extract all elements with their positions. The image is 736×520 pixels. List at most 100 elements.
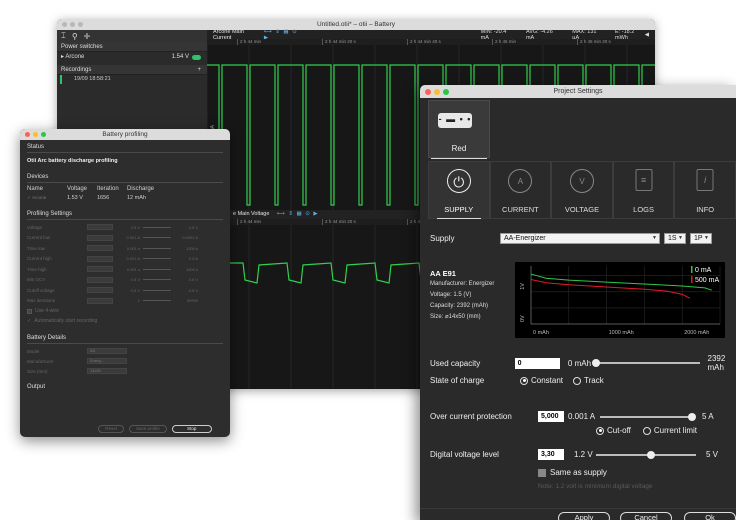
ocp-row: Over current protection 5,000 0.001 A 5 … [430,411,714,422]
collapse-icon[interactable]: ◀ [645,32,649,38]
power-toggle[interactable] [192,54,201,60]
power-icon: ⏻ [446,169,471,193]
setting-input[interactable] [87,255,113,262]
settings-tabs: ⏻ SUPPLY A CURRENT V VOLTAGE ≡ LOGS i IN… [428,161,736,219]
used-capacity-slider[interactable] [592,359,700,367]
ps-buttons: Apply Cancel Ok [420,508,736,520]
manufacturer-input[interactable]: Energ... [87,358,127,364]
setting-slider[interactable] [143,226,171,228]
setting-input[interactable] [87,266,113,273]
setting-input[interactable] [87,276,113,283]
bp-window-controls[interactable] [25,132,46,137]
zoom-icon[interactable]: ⚲ [72,32,78,41]
status-text: Otii Arc battery discharge profiling [27,158,118,164]
tab-logs[interactable]: ≡ LOGS [612,161,675,219]
same-as-supply-checkbox[interactable]: Same as supply [538,468,607,477]
cutoff-radio[interactable]: Cut-off [596,426,631,435]
cancel-button[interactable]: Cancel [620,512,672,520]
tab-info[interactable]: i INFO [674,161,736,219]
tab-supply[interactable]: ⏻ SUPPLY [428,161,490,219]
battery-voltage: Voltage: 1.5 (V) [430,292,472,298]
crosshair-icon[interactable]: ✛ [84,32,91,41]
supply-label: Supply [430,234,455,243]
size-input[interactable]: 14x50 [87,368,127,374]
slider-knob[interactable] [647,450,655,459]
soc-track-radio[interactable]: Track [573,376,604,385]
dv-slider[interactable] [596,450,696,459]
model-input[interactable]: AA [87,348,127,354]
y-tick-label: 1V [520,283,526,290]
ps-title-bar: Project Settings [420,85,736,98]
x-tick-label: 1000 mAh [609,330,634,336]
profiling-setting-row: Time low 0.001 s 1000 s [27,245,198,252]
setting-slider[interactable] [143,289,171,291]
setting-input[interactable] [87,297,113,304]
setting-slider[interactable] [143,258,171,260]
battery-profiling-window: Battery profiling Status Otii Arc batter… [20,129,230,437]
profiling-setting-row: Current high 0.001 A 2.5 A [27,255,198,262]
legend-swatch [691,276,693,283]
slider-knob[interactable] [592,359,601,367]
used-capacity-max: 2392 mAh [707,354,726,372]
tab-voltage[interactable]: V VOLTAGE [551,161,613,219]
parallel-select[interactable]: 1P [690,233,712,244]
recording-item[interactable]: 19/09 18:58:21 [60,75,207,84]
device-row: ✓ Arcone 1.53 V 1656 12 mAh [27,195,146,201]
battery-name: AA E91 [430,269,456,278]
window-controls[interactable] [62,22,83,27]
same-as-supply-row: Same as supply [538,468,607,477]
used-capacity-input[interactable]: 0 [514,357,560,369]
setting-input[interactable] [87,287,113,294]
ok-button[interactable]: Ok [684,512,736,520]
profiling-setting-row: Time high 0.001 s 1000 s [27,266,198,273]
setting-input[interactable] [87,234,113,241]
cursor-icon[interactable]: ⌶ [61,31,66,41]
ocp-slider[interactable] [600,412,696,421]
profiling-setting-row: Voltage 0.5 V 4.5 V [27,224,198,231]
setting-slider[interactable] [143,237,171,239]
bp-buttons: Reset Save profile Stop [20,425,230,433]
supply-select[interactable]: AA-Energizer [500,233,660,244]
stop-button[interactable]: Stop [171,425,212,433]
ocp-label: Over current protection [430,412,512,421]
dv-min: 1.2 V [574,450,593,459]
ps-window-controls[interactable] [425,89,449,95]
setting-slider[interactable] [143,247,171,249]
setting-input[interactable] [87,224,113,231]
recordings-header: Recordings + [57,65,207,75]
dv-input[interactable]: 3,30 [538,449,564,460]
use-4wire-checkbox[interactable]: Use 4-wire [27,306,223,316]
project-settings-window: Project Settings - ▬ • • Red ⏻ SUPPLY A … [420,85,736,520]
status-section-title: Status [27,140,223,153]
ps-title: Project Settings [553,88,603,95]
devices-section-title: Devices [27,170,223,183]
device-row[interactable]: ▸ Arcone 1.54 V [57,52,207,62]
device-name: Arcone [65,54,85,60]
save-profile-button[interactable]: Save profile [129,425,167,433]
setting-slider[interactable] [143,268,171,270]
reset-button[interactable]: Reset [98,425,124,433]
battery-capacity: Capacity: 2392 (mAh) [430,303,489,309]
battery-size: Size: ⌀14x50 (mm) [430,314,481,320]
device-icon: - ▬ • • [438,113,472,128]
tab-current[interactable]: A CURRENT [489,161,552,219]
channel2-controls[interactable]: ⟷ ⇕ ▦ ⊙ ▶ [277,211,319,217]
auto-start-checkbox[interactable]: ✓ Automatically start recording [27,316,223,326]
device-card-red[interactable]: - ▬ • • Red [428,100,490,159]
apply-button[interactable]: Apply [558,512,610,520]
setting-slider[interactable] [143,300,171,302]
model-row: Model AA [27,346,223,356]
dv-note: Note: 1.2 volt is minimum digital voltag… [538,483,653,490]
x-tick-label: 0 mAh [533,330,549,336]
ocp-input[interactable]: 5,000 [538,411,564,422]
dv-max: 5 V [706,450,719,459]
setting-slider[interactable] [143,279,171,281]
slider-knob[interactable] [688,412,696,421]
series-select[interactable]: 1S [664,233,686,244]
x-tick-label: 2000 mAh [684,330,709,336]
settings-section-title: Profiling Settings [27,207,223,220]
setting-input[interactable] [87,245,113,252]
add-recording-button[interactable]: + [197,65,201,74]
current-limit-radio[interactable]: Current limit [642,426,697,435]
soc-constant-radio[interactable]: Constant [520,376,563,385]
